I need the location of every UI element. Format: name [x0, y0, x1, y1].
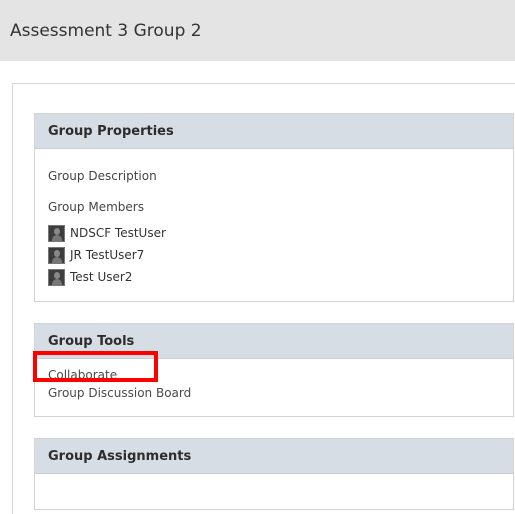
- highlight-box: [33, 351, 158, 382]
- page-title: Assessment 3 Group 2: [10, 21, 202, 41]
- member-name: JR TestUser7: [70, 248, 145, 262]
- group-properties-heading: Group Properties: [35, 114, 513, 149]
- member-name: Test User2: [70, 270, 133, 284]
- group-description-label: Group Description: [48, 169, 157, 183]
- user-avatar-icon: [48, 268, 65, 286]
- user-avatar-icon: [48, 246, 65, 264]
- member-item[interactable]: JR TestUser7: [48, 246, 144, 264]
- group-discussion-board-link[interactable]: Group Discussion Board: [48, 386, 191, 400]
- member-item[interactable]: NDSCF TestUser: [48, 224, 166, 242]
- group-assignments-heading: Group Assignments: [35, 439, 513, 474]
- user-avatar-icon: [48, 224, 65, 242]
- group-assignments-panel: Group Assignments: [34, 438, 514, 510]
- member-item[interactable]: Test User2: [48, 268, 132, 286]
- member-name: NDSCF TestUser: [70, 226, 166, 240]
- group-properties-panel: Group Properties Group Description Group…: [34, 113, 514, 302]
- page-header: Assessment 3 Group 2: [0, 0, 515, 61]
- group-members-label: Group Members: [48, 200, 144, 214]
